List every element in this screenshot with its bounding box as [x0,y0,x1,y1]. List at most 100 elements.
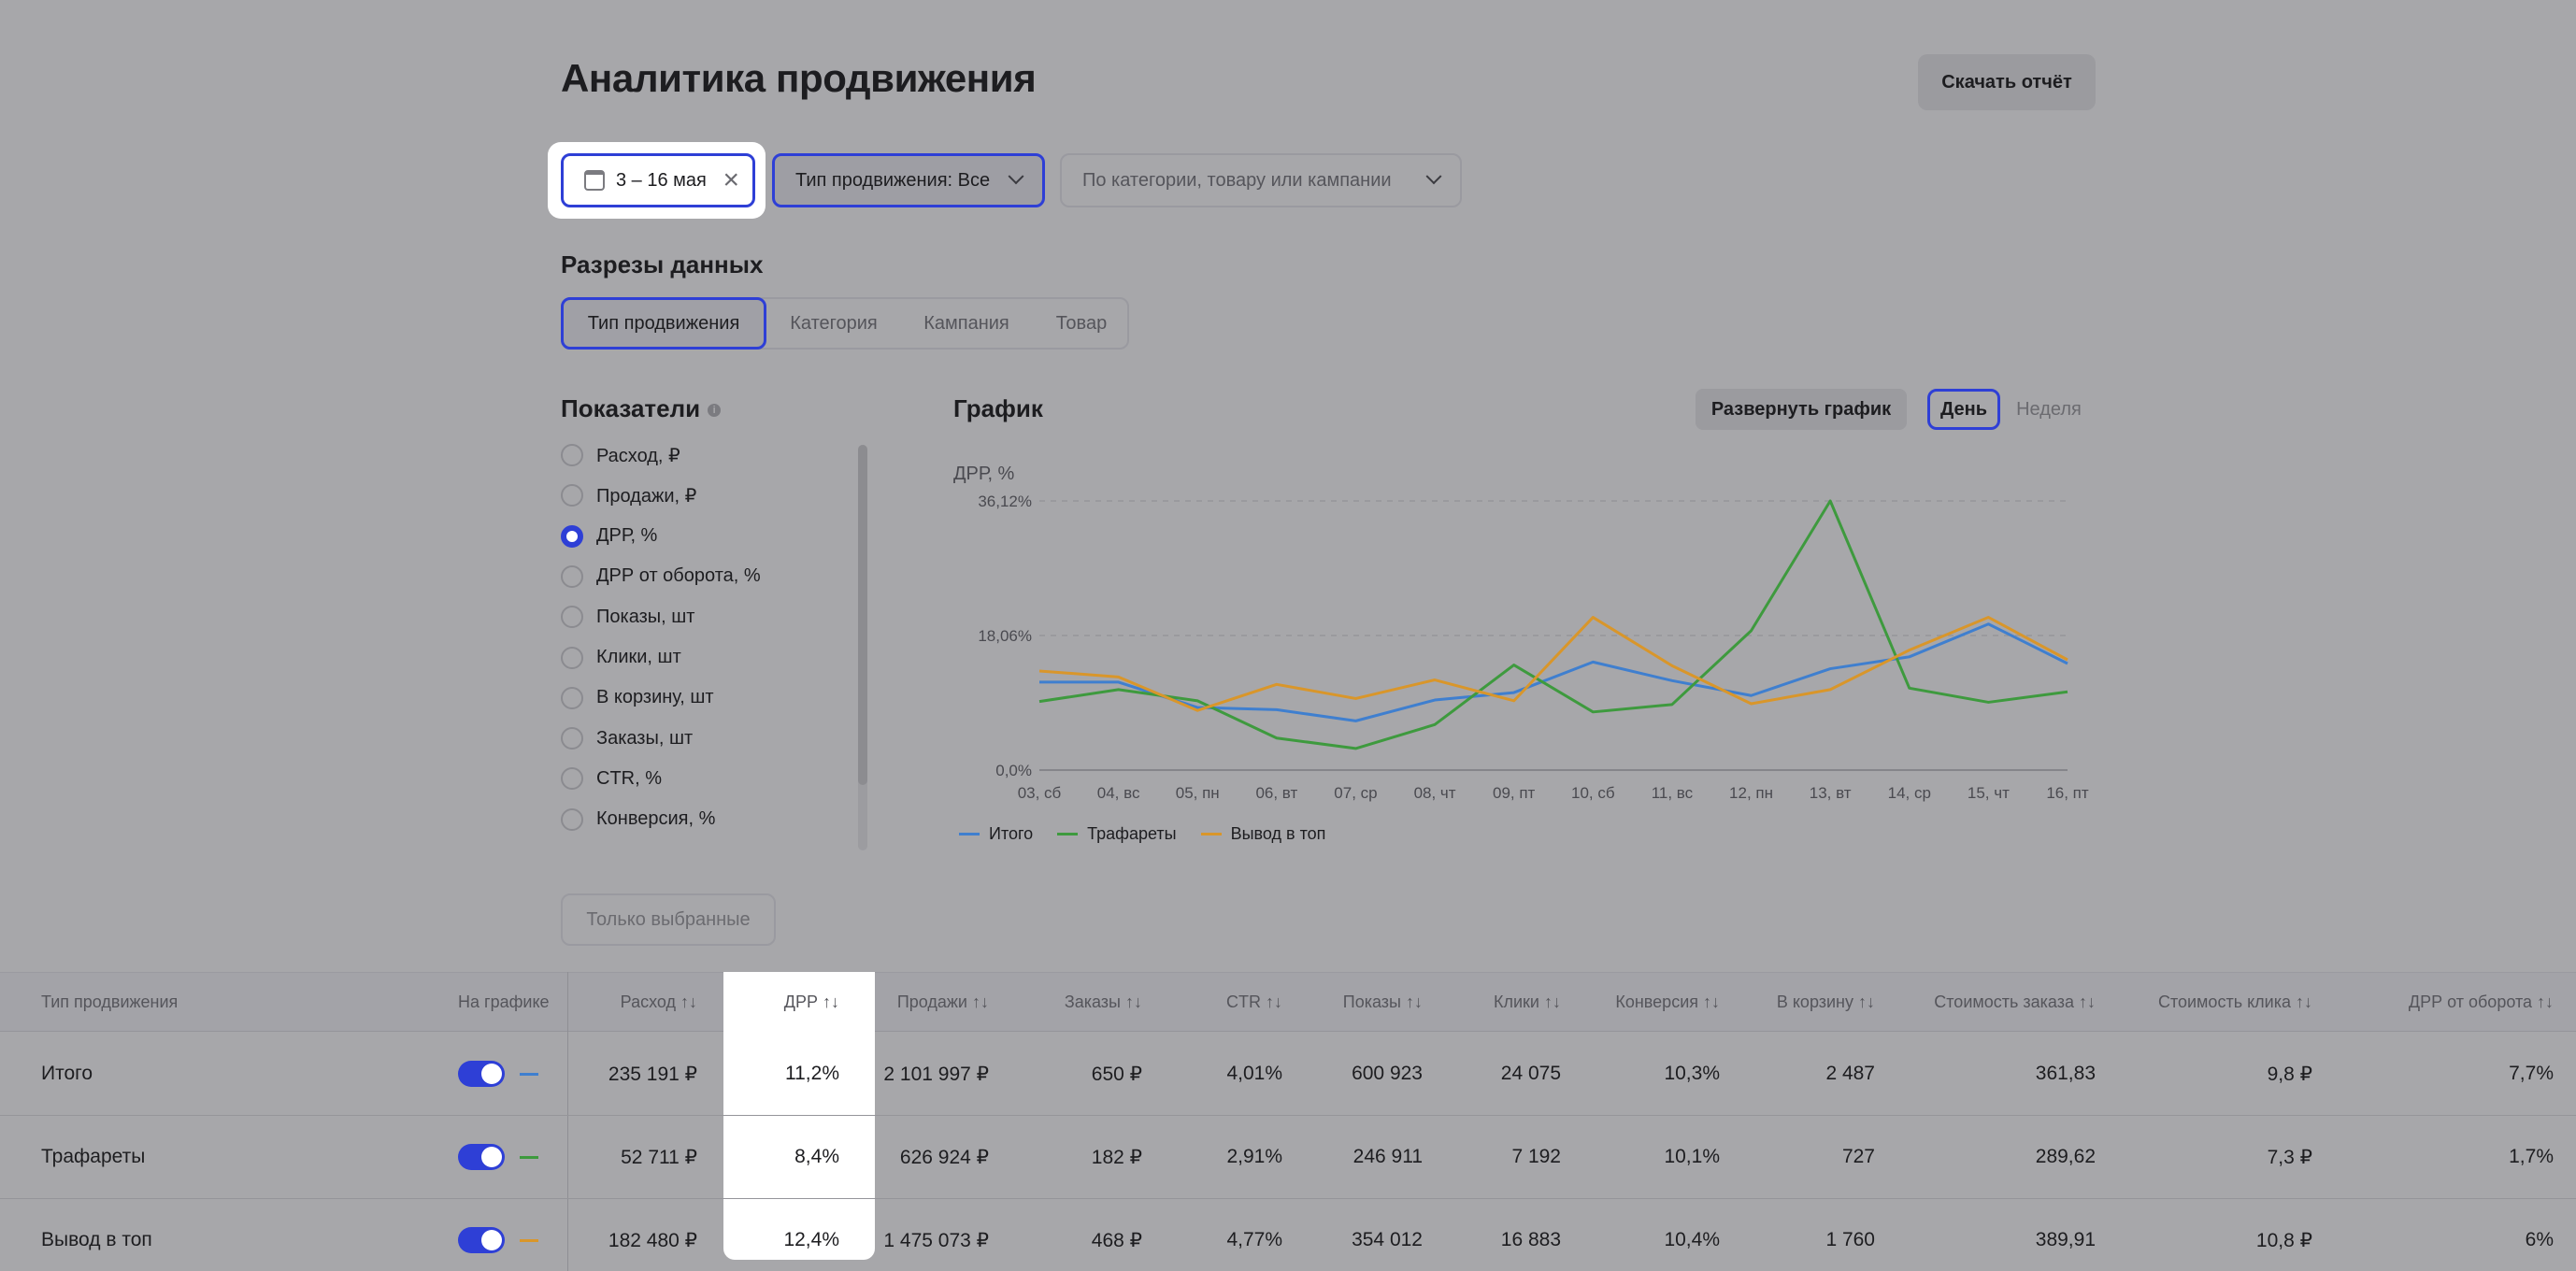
metric-option[interactable]: Заказы, шт [561,723,693,753]
slices-title: Разрезы данных [561,250,764,278]
legend-item: Итого [959,824,1033,844]
period-week-button[interactable]: Неделя [2004,389,2094,430]
scrollbar-thumb[interactable] [858,445,867,785]
metric-option[interactable]: CTR, % [561,764,662,793]
table-column-header[interactable]: Стоимость клика ↑↓ [2069,972,2312,1032]
metric-label: CTR, % [596,767,662,789]
table-column-header[interactable]: Стоимость заказа ↑↓ [1853,972,2096,1032]
metric-option[interactable]: Клики, шт [561,643,681,673]
metric-option[interactable]: Показы, шт [561,602,694,632]
tab-category[interactable]: Категория [772,297,895,350]
metric-label: Клики, шт [596,647,681,667]
x-tick-label: 03, сб [1018,784,1062,802]
x-tick-label: 08, чт [1414,784,1456,802]
radio-button[interactable] [561,646,583,669]
metric-label: Показы, шт [596,606,695,627]
table-cell: 7,7% [2509,1063,2554,1084]
table-cell: 727 [1841,1146,1875,1167]
metric-label: ДРР от оборота, % [596,565,761,587]
table-column-header[interactable]: В корзину ↑↓ [1632,972,1875,1032]
row-name: Вывод в топ [41,1229,152,1250]
search-dropdown[interactable]: По категории, товару или кампании [1060,153,1462,207]
metric-label: Расход, ₽ [596,445,680,466]
legend-label: Итого [989,824,1034,843]
table-cell: 1,7% [2509,1146,2554,1167]
tab-promo-type[interactable]: Тип продвижения [561,297,766,350]
row-name: Итого [41,1063,93,1084]
legend-item: Вывод в топ [1200,824,1326,844]
metric-option[interactable]: ДРР, % [561,521,657,551]
y-tick-label: 0,0% [995,762,1032,779]
radio-button[interactable] [561,767,583,791]
metric-label: Продажи, ₽ [596,485,697,507]
table-cell: 10,8 ₽ [2255,1229,2312,1251]
date-range-label: 3 – 16 мая [616,169,707,191]
chart-legend: Итого Трафареты Вывод в топ [959,824,1350,844]
chart-title: График [953,394,1043,422]
legend-swatch [1057,833,1079,835]
legend-swatch [1200,833,1222,835]
table-cell: 2 487 [1825,1063,1875,1084]
metric-option[interactable]: В корзину, шт [561,683,714,713]
drr-line-chart: 36,12% 18,06% 0,0% 03, сб 04, вс 05, пн 06, вт… [978,493,2089,802]
calendar-icon [584,170,605,191]
row-name: Трафареты [41,1146,146,1167]
close-icon[interactable]: × [723,166,739,194]
x-tick-label: 12, пн [1729,784,1773,802]
x-tick-label: 16, пт [2046,784,2089,802]
x-tick-label: 15, чт [1968,784,2010,802]
legend-item: Трафареты [1057,824,1177,844]
page-title: Аналитика продвижения [561,56,1037,100]
metric-label: Заказы, шт [596,727,694,749]
th-promo-type: Тип продвижения [41,992,179,1011]
info-icon[interactable]: i [708,404,722,418]
metric-label: Конверсия, % [596,808,716,830]
table-cell: 9,8 ₽ [2267,1063,2312,1085]
chevron-down-icon [1425,168,1442,185]
x-tick-label: 05, пн [1176,784,1220,802]
radio-button[interactable] [561,444,583,466]
x-tick-label: 14, ср [1888,784,1931,802]
radio-button[interactable] [561,564,583,588]
series-line [1039,622,2068,722]
promo-type-dropdown[interactable]: Тип продвижения: Все [772,153,1045,207]
tab-product[interactable]: Товар [1038,297,1125,350]
table-cell: 361,83 [2035,1063,2096,1084]
table-cell: 7,3 ₽ [2267,1146,2312,1168]
series-line [1038,616,2068,712]
legend-label: Вывод в топ [1230,824,1326,843]
legend-swatch [959,833,980,835]
table-column-header[interactable]: ДРР от оборота ↑↓ [2311,972,2554,1032]
x-tick-label: 10, сб [1571,784,1615,802]
table-cell: 389,91 [2035,1229,2096,1250]
tab-campaign[interactable]: Кампания [905,297,1028,350]
download-report-button[interactable]: Скачать отчёт [1918,54,2096,110]
radio-button[interactable] [561,727,583,750]
expand-chart-button[interactable]: Развернуть график [1696,389,1907,430]
metric-option[interactable]: Конверсия, % [561,805,715,835]
only-selected-button[interactable]: Только выбранные [561,893,776,946]
radio-button[interactable] [561,686,583,709]
chevron-down-icon [1008,168,1024,185]
x-tick-label: 07, ср [1334,784,1377,802]
x-tick-label: 11, вс [1652,784,1694,802]
metric-option[interactable]: ДРР от оборота, % [561,562,761,592]
metric-option[interactable]: Расход, ₽ [561,440,680,470]
date-range-picker[interactable]: 3 – 16 мая × [561,153,755,207]
promo-type-label: Тип продвижения: Все [795,169,991,191]
period-day-button[interactable]: День [1927,389,2000,430]
x-tick-label: 06, вт [1255,784,1297,802]
radio-button[interactable] [561,524,583,548]
radio-button[interactable] [561,606,583,629]
metric-label: В корзину, шт [596,687,714,708]
metric-option[interactable]: Продажи, ₽ [561,480,696,510]
legend-label: Трафареты [1087,824,1177,843]
search-placeholder: По категории, товару или кампании [1082,169,1392,191]
y-tick-label: 36,12% [978,493,1032,510]
x-tick-label: 04, вс [1097,784,1140,802]
radio-button[interactable] [561,484,583,507]
table-cell: 1 760 [1825,1229,1875,1250]
x-tick-label: 13, вт [1810,784,1852,802]
y-tick-label: 18,06% [978,627,1032,645]
radio-button[interactable] [561,807,583,831]
